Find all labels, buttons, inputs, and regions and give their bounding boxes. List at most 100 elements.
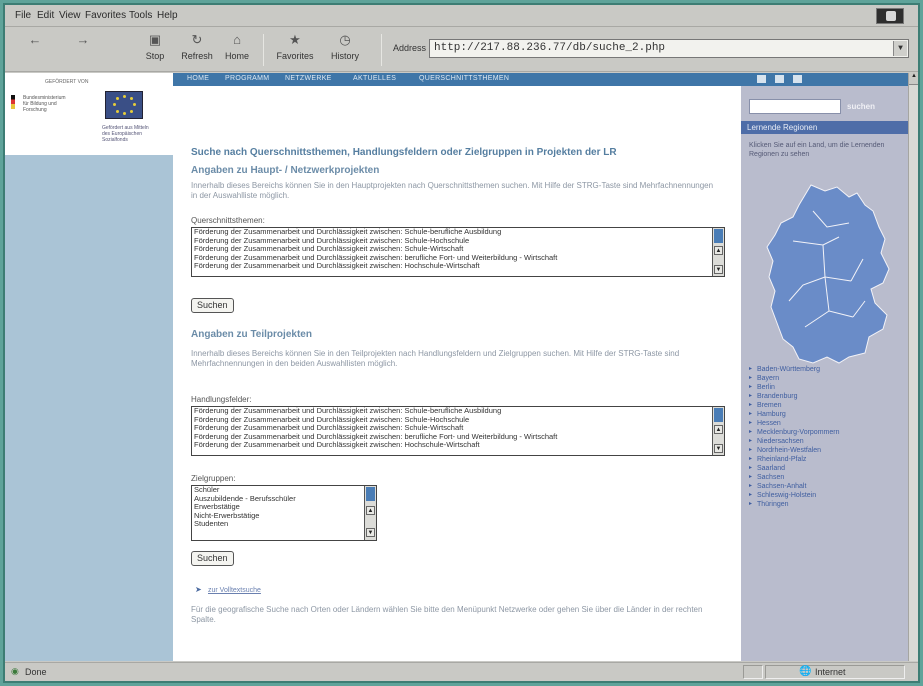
zielgruppen-listbox[interactable]: Schüler Auszubildende - Berufsschüler Er… [191,485,377,541]
state-link[interactable]: Schleswig-Holstein [749,491,904,500]
nav-querschnittsthemen[interactable]: QUERSCHNITTSTHEMEN [419,75,509,82]
page-title: Suche nach Querschnittsthemen, Handlungs… [191,147,617,158]
back-button[interactable]: ← [11,31,59,69]
top-navigation: HOME PROGRAMM NETZWERKE AKTUELLES QUERSC… [173,73,741,86]
toolbar-separator [381,34,382,66]
chevron-down-icon[interactable]: ▼ [893,41,907,56]
scroll-up-icon[interactable]: ▲ [714,246,723,255]
scroll-thumb[interactable] [714,229,723,243]
state-link[interactable]: Niedersachsen [749,437,904,446]
fulltext-search-link[interactable]: zur Volltextsuche [208,587,261,594]
menu-tools[interactable]: Tools [129,10,152,21]
scroll-down-icon[interactable]: ▼ [366,528,375,537]
address-field[interactable]: http://217.88.236.77/db/suche_2.php ▼ [429,39,909,58]
state-link[interactable]: Nordrhein-Westfalen [749,446,904,455]
address-label: Address [393,43,427,53]
list-label-handlungsfelder: Handlungsfelder: [191,395,252,404]
state-link[interactable]: Thüringen [749,500,904,509]
esf-logo-text: Gefördert aus Mitteln des Europäischen S… [102,125,149,143]
mail-icon[interactable] [775,75,784,83]
listbox-scrollbar[interactable]: ▲ ▼ [712,407,724,455]
right-header-bar [741,73,908,86]
nav-home[interactable]: HOME [187,75,209,82]
home-small-icon[interactable] [793,75,802,83]
menu-view[interactable]: View [59,10,81,21]
scroll-up-icon[interactable]: ▲ [366,506,375,515]
history-button[interactable]: ◷ History [321,31,369,69]
list-label-querschnittsthemen: Querschnittsthemen: [191,216,265,225]
state-link[interactable]: Sachsen [749,473,904,482]
address-value: http://217.88.236.77/db/suche_2.php [434,42,666,54]
home-button[interactable]: ⌂ Home [213,31,261,69]
right-sidebar: suchen Lernende Regionen Klicken Sie auf… [741,73,908,661]
state-link[interactable]: Sachsen-Anhalt [749,482,904,491]
page-done-icon: ◉ [11,666,19,676]
list-item[interactable]: Förderung der Zusammenarbeit und Durchlä… [192,440,724,450]
menu-file[interactable]: File [15,10,31,21]
state-link[interactable]: Hessen [749,419,904,428]
map-title: Lernende Regionen [747,123,818,132]
list-label-zielgruppen: Zielgruppen: [191,474,236,483]
favorites-icon: ★ [289,32,301,47]
windows-logo-icon [876,8,904,24]
german-flag-icon [11,95,15,109]
state-link[interactable]: Hamburg [749,410,904,419]
nav-aktuelles[interactable]: AKTUELLES [353,75,396,82]
globe-icon: 🌐 [799,666,812,677]
germany-map[interactable] [753,181,903,371]
menu-help[interactable]: Help [157,10,178,21]
bmbf-logo: Bundesministerium für Bildung und Forsch… [23,95,66,113]
state-link[interactable]: Brandenburg [749,392,904,401]
querschnittsthemen-listbox[interactable]: Förderung der Zusammenarbeit und Durchlä… [191,227,725,277]
history-icon: ◷ [339,32,351,47]
search-button[interactable]: suchen [847,102,875,111]
back-arrow-icon: ← [28,32,42,47]
state-link[interactable]: Baden-Württemberg [749,365,904,374]
print-icon[interactable] [757,75,766,83]
listbox-scrollbar[interactable]: ▲ ▼ [712,228,724,276]
page-scrollbar[interactable]: ▲ [908,73,918,661]
scroll-down-icon[interactable]: ▼ [714,265,723,274]
browser-window: File Edit View Favorites Tools Help ← → … [3,3,920,683]
state-link[interactable]: Bayern [749,374,904,383]
forward-button[interactable]: → [59,31,107,69]
toolbar: ← → ▣ Stop ↻ Refresh ⌂ Home ★ Favorites … [5,28,918,72]
scroll-thumb[interactable] [366,487,375,501]
status-text: Done [25,667,47,677]
state-link[interactable]: Berlin [749,383,904,392]
handlungsfelder-listbox[interactable]: Förderung der Zusammenarbeit und Durchlä… [191,406,725,456]
menu-favorites[interactable]: Favorites [85,10,126,21]
list-item[interactable]: Förderung der Zusammenarbeit und Durchlä… [192,261,724,271]
search-button-sub-projects[interactable]: Suchen [191,551,234,566]
search-input[interactable] [749,99,841,114]
arrow-bullet-icon: ➤ [195,585,202,594]
page-viewport: GEFÖRDERT VON Bundesministerium für Bild… [5,73,918,661]
map-title-bar: Lernende Regionen [741,121,908,134]
state-link[interactable]: Bremen [749,401,904,410]
home-icon: ⌂ [233,32,241,47]
toolbar-separator [263,34,264,66]
state-link[interactable]: Mecklenburg-Vorpommern [749,428,904,437]
state-link[interactable]: Rheinland-Pfalz [749,455,904,464]
favorites-button[interactable]: ★ Favorites [271,31,319,69]
scroll-up-icon[interactable]: ▲ [714,425,723,434]
nav-programm[interactable]: PROGRAMM [225,75,269,82]
state-list: Baden-Württemberg Bayern Berlin Brandenb… [749,365,904,509]
section-description: Innerhalb dieses Bereichs können Sie in … [191,181,714,200]
listbox-scrollbar[interactable]: ▲ ▼ [364,486,376,540]
menu-edit[interactable]: Edit [37,10,54,21]
refresh-icon: ↻ [191,32,203,47]
sponsor-label: GEFÖRDERT VON [45,79,89,85]
scroll-up-icon[interactable]: ▲ [909,73,918,85]
search-button-main-projects[interactable]: Suchen [191,298,234,313]
section-heading-sub-projects: Angaben zu Teilprojekten [191,329,312,340]
stop-button[interactable]: ▣ Stop [131,31,179,69]
scroll-down-icon[interactable]: ▼ [714,444,723,453]
forward-arrow-icon: → [76,32,90,47]
scroll-thumb[interactable] [714,408,723,422]
status-cell [743,665,763,679]
state-link[interactable]: Saarland [749,464,904,473]
nav-netzwerke[interactable]: NETZWERKE [285,75,332,82]
list-item[interactable]: Studenten [192,519,376,529]
zone-text: Internet [815,667,846,677]
